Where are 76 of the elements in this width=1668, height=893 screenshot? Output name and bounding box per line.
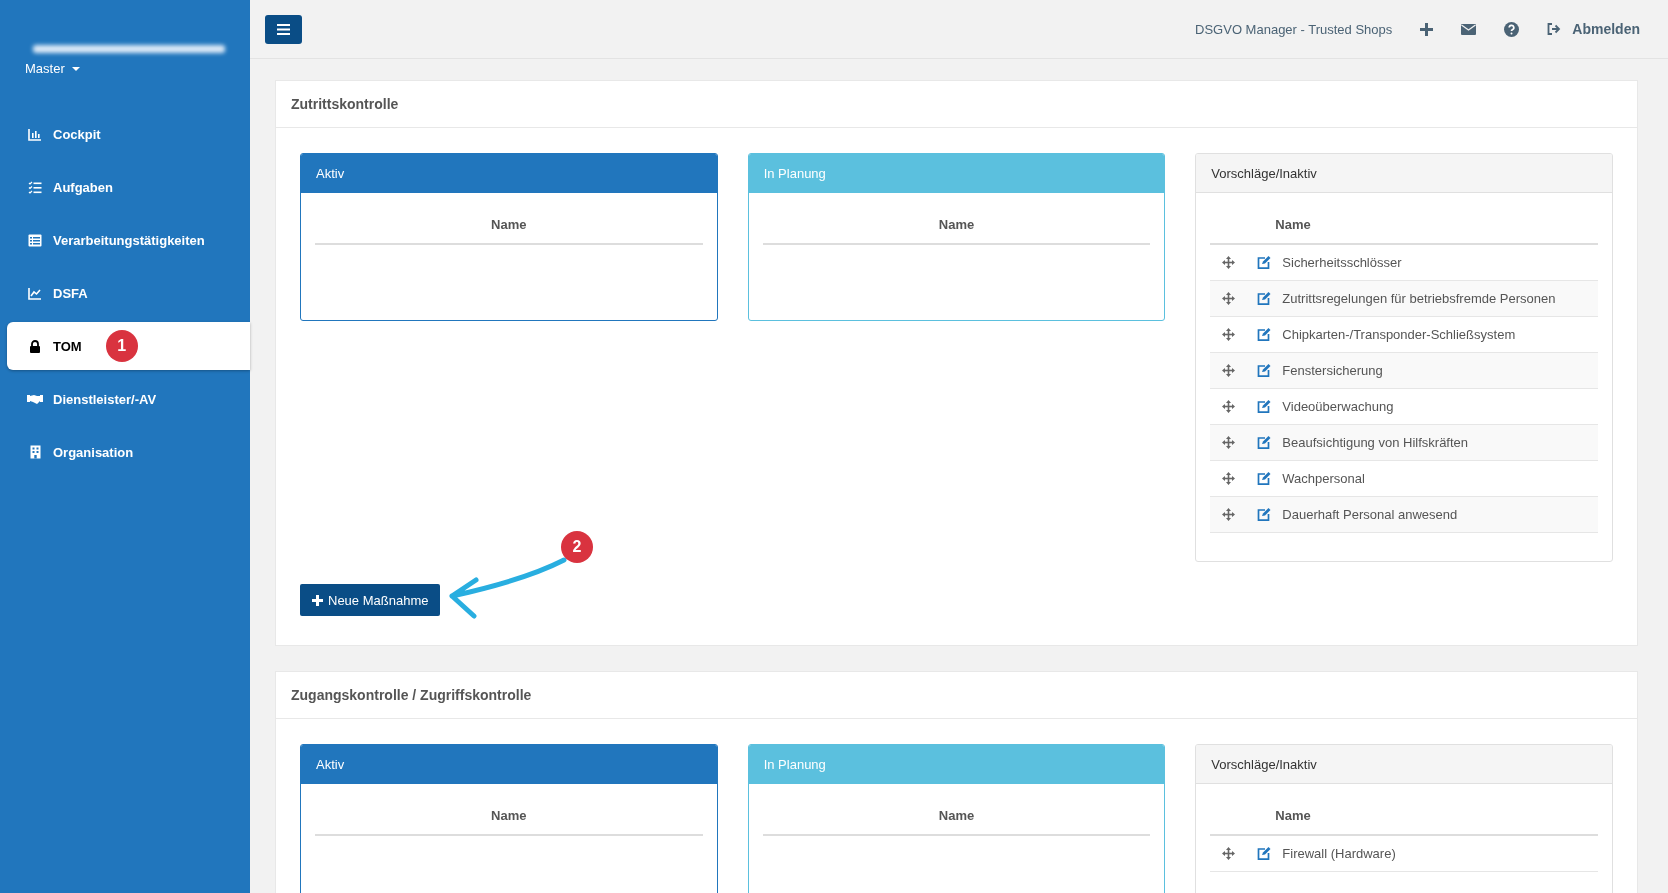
column-header: Name: [762, 205, 1151, 245]
sidebar-item-label: Cockpit: [53, 126, 101, 142]
handshake-icon: [27, 393, 43, 405]
move-icon[interactable]: [1221, 472, 1235, 485]
sidebar-item[interactable]: Dienstleister/-AV: [7, 375, 250, 423]
app-title: DSGVO Manager - Trusted Shops: [1195, 21, 1393, 37]
move-icon[interactable]: [1221, 292, 1235, 305]
annotation-badge: 2: [561, 531, 593, 563]
menu-icon: [277, 23, 290, 35]
menu-button[interactable]: [265, 14, 302, 44]
edit-icon[interactable]: [1257, 436, 1272, 449]
sidebar-item-label: TOM: [53, 338, 82, 354]
table-cell: Dauerhaft Personal anwesend: [1282, 507, 1458, 522]
table-cell: Wachpersonal: [1282, 471, 1365, 486]
bar-chart-icon: [28, 127, 42, 141]
sidebar-item[interactable]: TOM 1: [7, 322, 250, 370]
table-cell: Sicherheitsschlösser: [1282, 255, 1402, 270]
sidebar-item[interactable]: Cockpit: [7, 110, 250, 158]
help-button[interactable]: [1504, 21, 1520, 37]
account-dropdown[interactable]: Master: [25, 61, 80, 76]
table-cell: Chipkarten-/Transponder-Schließsystem: [1282, 327, 1516, 342]
move-icon[interactable]: [1221, 400, 1235, 413]
sidebar-item-label: DSFA: [53, 285, 88, 301]
column-header: Name: [1210, 205, 1598, 245]
move-icon[interactable]: [1221, 847, 1235, 860]
edit-icon[interactable]: [1257, 364, 1272, 377]
move-icon[interactable]: [1221, 256, 1235, 269]
column-header: Name: [315, 205, 703, 245]
panel-header: Vorschläge/Inaktiv: [1196, 154, 1612, 193]
caret-icon: [71, 66, 80, 71]
edit-icon[interactable]: [1257, 400, 1272, 413]
edit-icon[interactable]: [1257, 847, 1272, 860]
edit-icon[interactable]: [1257, 292, 1272, 305]
panel-header: Aktiv: [301, 745, 717, 784]
table-cell: Videoüberwachung: [1282, 399, 1394, 414]
move-icon[interactable]: [1221, 436, 1235, 449]
sidebar-item[interactable]: Organisation: [7, 428, 250, 476]
add-button[interactable]: [1420, 22, 1434, 36]
line-chart-icon: [28, 286, 42, 300]
edit-icon[interactable]: [1257, 508, 1272, 521]
table-cell: Firewall (Hardware): [1282, 846, 1396, 861]
edit-icon[interactable]: [1257, 472, 1272, 485]
panel-header: Vorschläge/Inaktiv: [1196, 745, 1612, 784]
checklist-icon: [28, 180, 42, 194]
section-title: Zugangskontrolle / Zugriffskontrolle: [276, 672, 1637, 719]
panel-header: In Planung: [748, 745, 1165, 784]
sign-out-icon: [1547, 23, 1563, 35]
move-icon[interactable]: [1221, 508, 1235, 521]
sidebar-item-label: Verarbeitungstätigkeiten: [53, 232, 205, 248]
annotation-badge: 1: [105, 330, 138, 362]
sidebar-item-label: Dienstleister/-AV: [53, 391, 157, 407]
move-icon[interactable]: [1221, 328, 1235, 341]
table-cell: Beaufsichtigung von Hilfskräften: [1282, 435, 1469, 450]
edit-icon[interactable]: [1257, 256, 1272, 269]
move-icon[interactable]: [1221, 364, 1235, 377]
table-cell: Fenstersicherung: [1282, 363, 1383, 378]
mail-button[interactable]: [1461, 23, 1477, 35]
edit-icon[interactable]: [1257, 328, 1272, 341]
table-cell: Zutrittsregelungen für betriebsfremde Personen: [1282, 291, 1556, 306]
panel-header: In Planung: [748, 154, 1165, 193]
section-title: Zutrittskontrolle: [276, 81, 1637, 128]
building-icon: [29, 445, 41, 459]
sidebar-item[interactable]: Aufgaben: [7, 163, 250, 211]
sidebar-item-label: Organisation: [53, 444, 134, 460]
new-measure-button[interactable]: Neue Maßnahme: [300, 584, 441, 616]
column-header: Name: [1210, 796, 1598, 836]
column-header: Name: [315, 796, 703, 836]
sidebar-item[interactable]: DSFA: [7, 269, 250, 317]
list-icon: [28, 233, 42, 247]
lock-icon: [29, 339, 41, 353]
plus-icon: [312, 594, 323, 606]
panel-header: Aktiv: [301, 154, 717, 193]
sidebar-item-label: Aufgaben: [53, 179, 113, 195]
sidebar-item[interactable]: Verarbeitungstätigkeiten: [7, 216, 250, 264]
logout-button[interactable]: Abmelden: [1547, 21, 1640, 37]
column-header: Name: [762, 796, 1151, 836]
